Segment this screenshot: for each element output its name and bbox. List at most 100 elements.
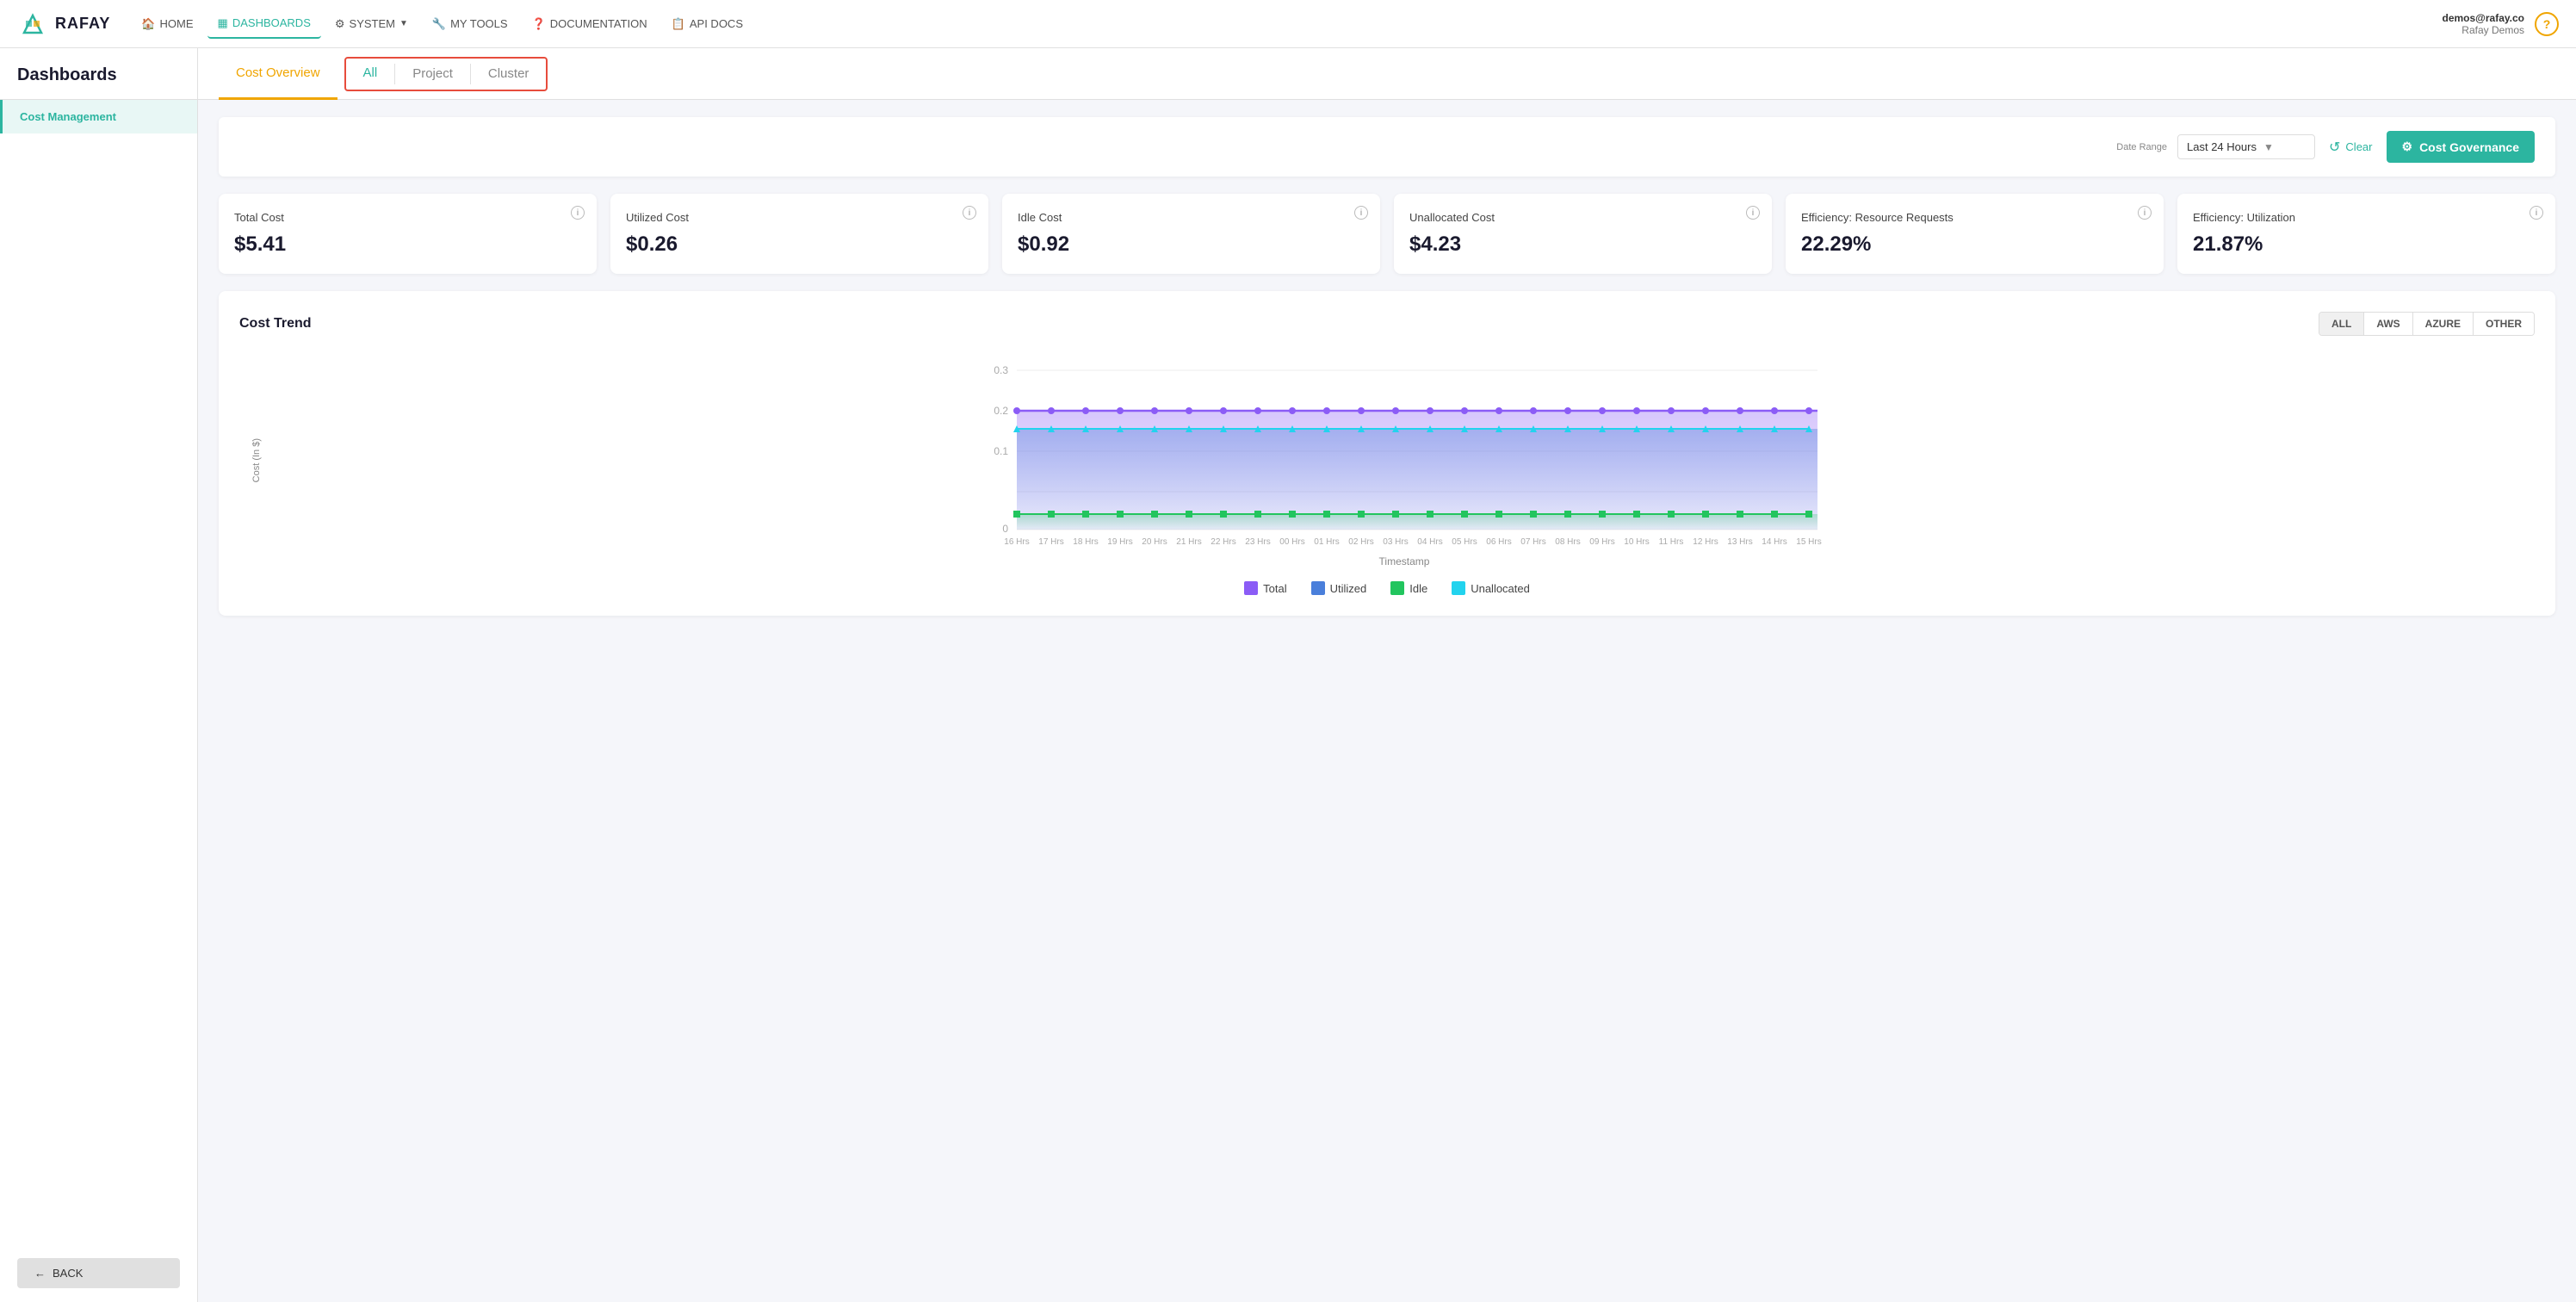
metric-value-total-cost: $5.41	[234, 232, 581, 257]
metric-value-idle-cost: $0.92	[1018, 232, 1365, 257]
metric-title-utilized-cost: Utilized Cost	[626, 211, 973, 224]
chart-legend: Total Utilized Idle Unallocated	[239, 581, 2535, 595]
nav-documentation[interactable]: ❓ DOCUMENTATION	[522, 10, 658, 38]
svg-text:13 Hrs: 13 Hrs	[1727, 537, 1752, 547]
tab-cluster-group: All Project Cluster	[344, 57, 548, 91]
metric-card-utilized-cost: Utilized Cost $0.26 i	[610, 194, 988, 274]
legend-label-utilized: Utilized	[1330, 582, 1367, 595]
tab-all[interactable]: All	[346, 57, 395, 91]
sidebar-title: Dashboards	[0, 48, 197, 100]
help-button[interactable]: ?	[2535, 12, 2559, 36]
svg-text:23 Hrs: 23 Hrs	[1245, 537, 1270, 547]
clear-button[interactable]: ↺ Clear	[2329, 139, 2372, 156]
legend-color-utilized	[1311, 581, 1325, 595]
info-icon-efficiency-utilization[interactable]: i	[2530, 206, 2543, 220]
api-docs-icon: 📋	[672, 17, 685, 31]
metric-card-idle-cost: Idle Cost $0.92 i	[1002, 194, 1380, 274]
metric-value-efficiency-utilization: 21.87%	[2193, 232, 2540, 257]
svg-text:18 Hrs: 18 Hrs	[1073, 537, 1098, 547]
info-icon-total-cost[interactable]: i	[571, 206, 585, 220]
date-range-label: Date Range	[2116, 142, 2167, 152]
legend-label-unallocated: Unallocated	[1471, 582, 1530, 595]
chart-svg-container: 0.3 0.2 0.1 0	[274, 353, 2535, 567]
metric-card-unallocated-cost: Unallocated Cost $4.23 i	[1394, 194, 1772, 274]
nav-home[interactable]: 🏠 HOME	[131, 10, 203, 38]
metric-value-efficiency-resource: 22.29%	[1801, 232, 2148, 257]
legend-color-total	[1244, 581, 1258, 595]
tab-project[interactable]: Project	[395, 57, 470, 91]
info-icon-utilized-cost[interactable]: i	[963, 206, 976, 220]
user-name: Rafay Demos	[2442, 24, 2524, 36]
back-arrow-icon: ←	[34, 1267, 46, 1280]
system-icon: ⚙	[335, 17, 345, 31]
svg-text:04 Hrs: 04 Hrs	[1417, 537, 1442, 547]
svg-text:0.1: 0.1	[994, 445, 1008, 457]
metric-card-total-cost: Total Cost $5.41 i	[219, 194, 597, 274]
back-label: BACK	[53, 1267, 83, 1280]
legend-color-unallocated	[1452, 581, 1465, 595]
svg-text:10 Hrs: 10 Hrs	[1624, 537, 1649, 547]
svg-text:09 Hrs: 09 Hrs	[1589, 537, 1614, 547]
svg-text:05 Hrs: 05 Hrs	[1452, 537, 1477, 547]
svg-text:00 Hrs: 00 Hrs	[1279, 537, 1304, 547]
y-axis-label: Cost (In $)	[251, 438, 262, 482]
chart-filter-other[interactable]: OTHER	[2473, 313, 2534, 335]
user-menu[interactable]: demos@rafay.co Rafay Demos	[2442, 12, 2524, 36]
dashboards-icon: ▦	[218, 16, 228, 30]
legend-item-total: Total	[1244, 581, 1286, 595]
nav-system[interactable]: ⚙ SYSTEM ▼	[325, 10, 418, 38]
nav-mytools[interactable]: 🔧 MY TOOLS	[422, 10, 518, 38]
chevron-down-icon: ▼	[2263, 141, 2274, 153]
chart-area: Cost (In $) 0.3 0.2	[239, 353, 2535, 567]
tab-cluster[interactable]: Cluster	[471, 57, 547, 91]
legend-item-unallocated: Unallocated	[1452, 581, 1530, 595]
svg-text:02 Hrs: 02 Hrs	[1348, 537, 1373, 547]
metric-card-efficiency-resource: Efficiency: Resource Requests 22.29% i	[1786, 194, 2164, 274]
date-range-group: Date Range Last 24 Hours ▼	[2116, 134, 2315, 159]
metric-title-idle-cost: Idle Cost	[1018, 211, 1365, 224]
chart-container: Cost Trend ALL AWS AZURE OTHER Cost (In …	[219, 291, 2555, 616]
chart-filter-all[interactable]: ALL	[2319, 313, 2363, 335]
svg-text:19 Hrs: 19 Hrs	[1107, 537, 1132, 547]
legend-item-utilized: Utilized	[1311, 581, 1367, 595]
legend-label-total: Total	[1263, 582, 1286, 595]
sidebar-item-cost-management[interactable]: Cost Management	[0, 100, 197, 133]
chart-filter-aws[interactable]: AWS	[2363, 313, 2412, 335]
cost-governance-button[interactable]: ⚙ Cost Governance	[2387, 131, 2536, 163]
date-range-value: Last 24 Hours	[2187, 140, 2257, 153]
svg-text:12 Hrs: 12 Hrs	[1693, 537, 1718, 547]
top-navbar: RAFAY 🏠 HOME ▦ DASHBOARDS ⚙ SYSTEM ▼ 🔧 M…	[0, 0, 2576, 48]
chart-filter-azure[interactable]: AZURE	[2412, 313, 2473, 335]
refresh-icon: ↺	[2329, 139, 2340, 156]
cost-management-label: Cost Management	[20, 110, 116, 123]
logo[interactable]: RAFAY	[17, 9, 110, 40]
nav-dashboards[interactable]: ▦ DASHBOARDS	[207, 9, 321, 39]
date-range-select[interactable]: Last 24 Hours ▼	[2177, 134, 2315, 159]
svg-text:20 Hrs: 20 Hrs	[1142, 537, 1167, 547]
svg-text:21 Hrs: 21 Hrs	[1176, 537, 1201, 547]
svg-text:0: 0	[1002, 523, 1008, 535]
metric-title-total-cost: Total Cost	[234, 211, 581, 224]
svg-text:06 Hrs: 06 Hrs	[1486, 537, 1511, 547]
metric-value-utilized-cost: $0.26	[626, 232, 973, 257]
metric-title-efficiency-resource: Efficiency: Resource Requests	[1801, 211, 2148, 224]
info-icon-efficiency-resource[interactable]: i	[2138, 206, 2152, 220]
svg-text:01 Hrs: 01 Hrs	[1314, 537, 1339, 547]
logo-text: RAFAY	[55, 15, 110, 33]
legend-label-idle: Idle	[1409, 582, 1427, 595]
nav-links: 🏠 HOME ▦ DASHBOARDS ⚙ SYSTEM ▼ 🔧 MY TOOL…	[131, 9, 2442, 39]
tab-cost-overview[interactable]: Cost Overview	[219, 48, 337, 100]
tools-icon: 🔧	[432, 17, 446, 31]
info-icon-unallocated-cost[interactable]: i	[1746, 206, 1760, 220]
svg-text:0.3: 0.3	[994, 364, 1008, 376]
docs-icon: ❓	[532, 17, 546, 31]
main-content: Cost Overview All Project Cluster	[198, 48, 2576, 1302]
tabs-bar: Cost Overview All Project Cluster	[198, 48, 2576, 100]
metric-title-efficiency-utilization: Efficiency: Utilization	[2193, 211, 2540, 224]
chart-filter-buttons: ALL AWS AZURE OTHER	[2319, 312, 2535, 336]
rafay-logo-icon	[17, 9, 48, 40]
chart-title: Cost Trend	[239, 316, 312, 332]
nav-apidocs[interactable]: 📋 API DOCS	[661, 10, 753, 38]
info-icon-idle-cost[interactable]: i	[1354, 206, 1368, 220]
back-button[interactable]: ← BACK	[17, 1258, 180, 1288]
